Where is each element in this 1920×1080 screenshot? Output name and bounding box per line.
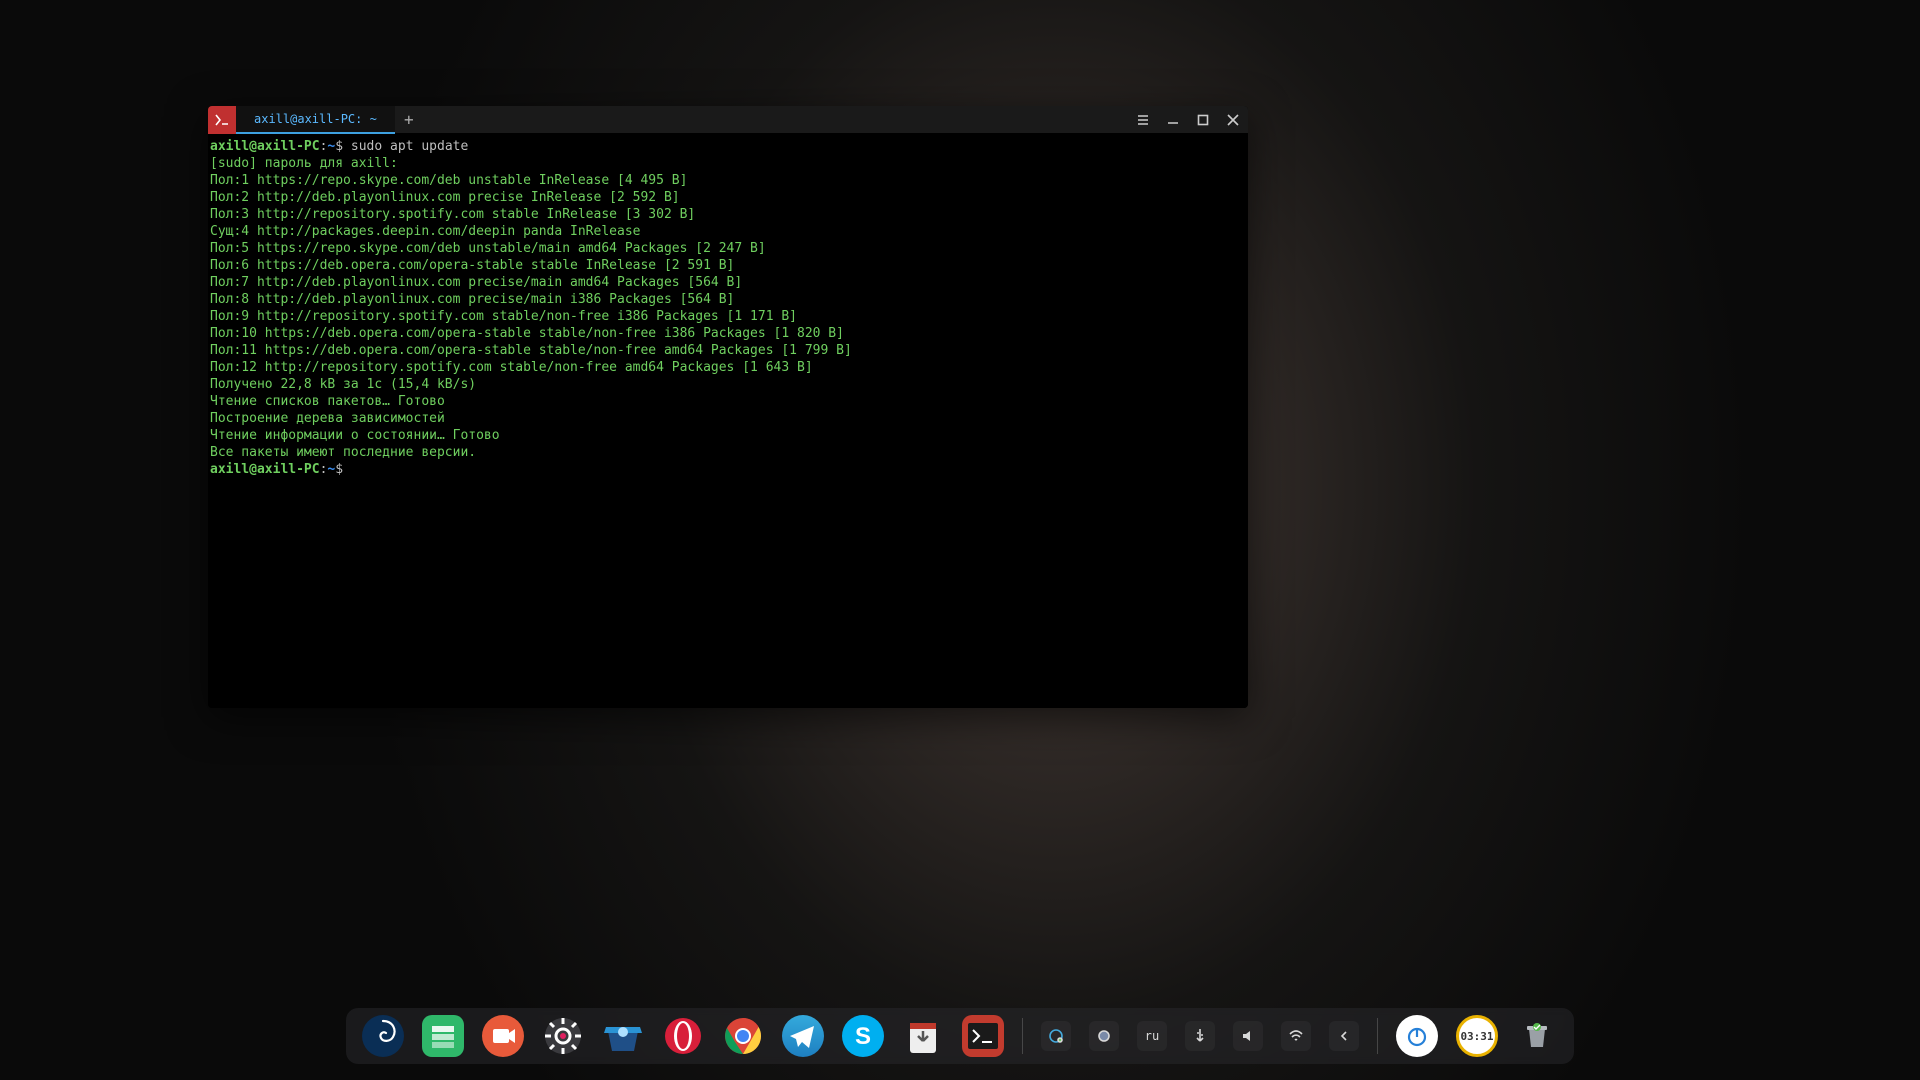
clock-widget[interactable]: 03:31 bbox=[1456, 1015, 1498, 1057]
chrome-icon[interactable] bbox=[722, 1015, 764, 1057]
keyboard-layout-indicator[interactable]: ru bbox=[1137, 1021, 1167, 1051]
tray-app-1-icon[interactable] bbox=[1041, 1021, 1071, 1051]
power-button[interactable] bbox=[1396, 1015, 1438, 1057]
opera-icon[interactable] bbox=[662, 1015, 704, 1057]
terminal-app-icon bbox=[208, 106, 236, 134]
trash-icon[interactable] bbox=[1516, 1015, 1558, 1057]
dock-separator bbox=[1377, 1018, 1378, 1054]
minimize-button[interactable] bbox=[1158, 106, 1188, 134]
svg-text:S: S bbox=[855, 1023, 871, 1050]
usb-icon[interactable] bbox=[1185, 1021, 1215, 1051]
screen-recorder-icon[interactable] bbox=[482, 1015, 524, 1057]
terminal-output: [sudo] пароль для axill: Пол:1 https://r… bbox=[210, 156, 852, 460]
volume-icon[interactable] bbox=[1233, 1021, 1263, 1051]
skype-icon[interactable]: S bbox=[842, 1015, 884, 1057]
download-manager-icon[interactable] bbox=[902, 1015, 944, 1057]
dock-separator bbox=[1022, 1018, 1023, 1054]
menu-button[interactable] bbox=[1128, 106, 1158, 134]
dock: S ru 03:31 bbox=[346, 1008, 1574, 1064]
prompt-host: axill-PC bbox=[257, 139, 320, 154]
new-tab-button[interactable]: + bbox=[395, 106, 423, 134]
terminal-tab[interactable]: axill@axill-PC: ~ bbox=[236, 106, 395, 134]
close-button[interactable] bbox=[1218, 106, 1248, 134]
appstore-icon[interactable] bbox=[602, 1015, 644, 1057]
wifi-icon[interactable] bbox=[1281, 1021, 1311, 1051]
tab-title: axill@axill-PC: ~ bbox=[254, 112, 377, 126]
command-text: sudo apt update bbox=[351, 139, 468, 154]
launcher-icon[interactable] bbox=[362, 1015, 404, 1057]
settings-icon[interactable] bbox=[542, 1015, 584, 1057]
terminal-body[interactable]: axill@axill-PC:~$ sudo apt update [sudo]… bbox=[208, 134, 1248, 708]
prompt-user: axill bbox=[210, 139, 249, 154]
tray-expand-icon[interactable] bbox=[1329, 1021, 1359, 1051]
maximize-button[interactable] bbox=[1188, 106, 1218, 134]
terminal-window: axill@axill-PC: ~ + axill@axill-PC:~$ su… bbox=[208, 106, 1248, 708]
terminal-icon[interactable] bbox=[962, 1015, 1004, 1057]
telegram-icon[interactable] bbox=[782, 1015, 824, 1057]
titlebar: axill@axill-PC: ~ + bbox=[208, 106, 1248, 134]
file-manager-icon[interactable] bbox=[422, 1015, 464, 1057]
tray-app-2-icon[interactable] bbox=[1089, 1021, 1119, 1051]
